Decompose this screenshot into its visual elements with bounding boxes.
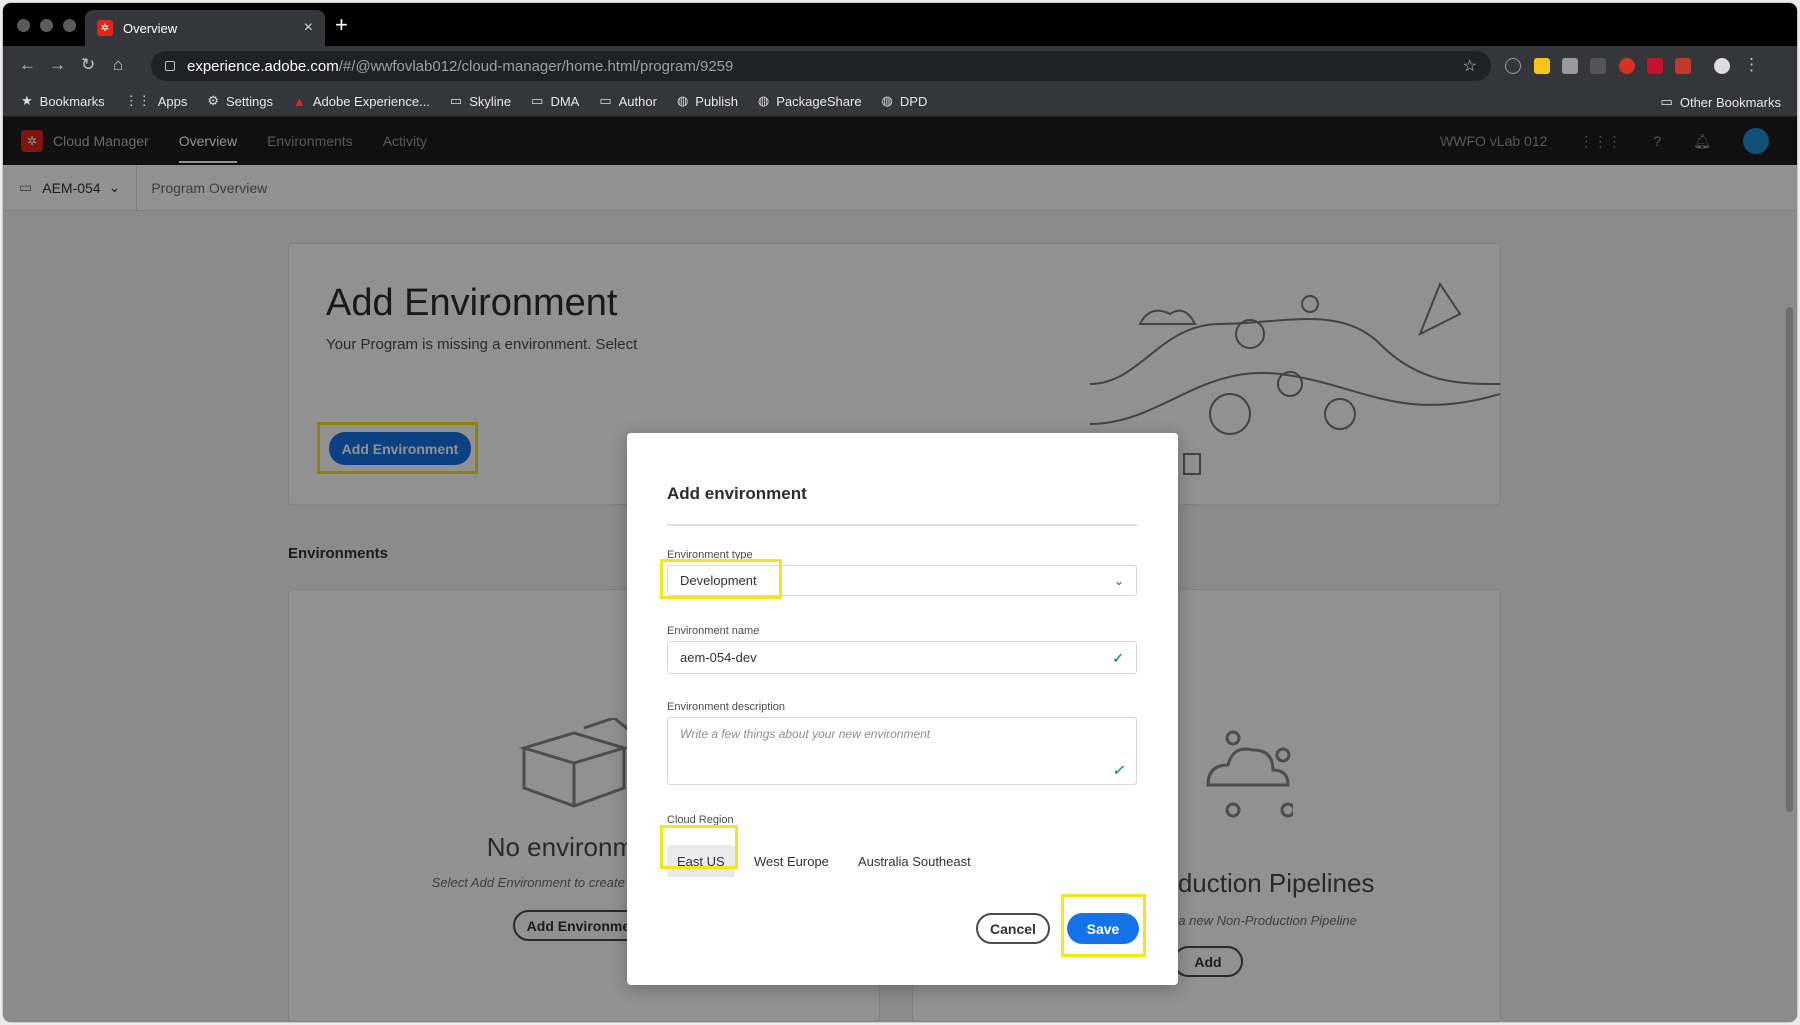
- address-bar[interactable]: experience.adobe.com /#/@wwfovlab012/clo…: [151, 51, 1491, 81]
- apps-grid-icon: ⋮⋮: [124, 93, 151, 108]
- adobe-icon: ▲: [292, 93, 306, 109]
- drive-extension-icon[interactable]: [1534, 58, 1550, 74]
- cloud-manager-app: ✲ Cloud Manager Overview Environments Ac…: [3, 117, 1797, 1022]
- adobe-favicon-icon: ✲: [97, 20, 113, 36]
- new-tab-button[interactable]: +: [335, 14, 348, 36]
- gear-icon: ⚙: [207, 93, 219, 108]
- lock-icon: [165, 61, 175, 71]
- close-tab-icon[interactable]: ×: [304, 20, 313, 36]
- valid-check-icon: ✓: [1112, 650, 1124, 666]
- environment-name-label: Environment name: [667, 625, 760, 637]
- globe-icon: ◍: [757, 93, 770, 108]
- bookmark-label: PackageShare: [776, 93, 862, 109]
- valid-check-icon: ✓: [1112, 762, 1124, 778]
- bookmark-label: Skyline: [469, 93, 512, 109]
- tab-title: Overview: [123, 20, 178, 36]
- dark-extension-icon[interactable]: [1590, 58, 1606, 74]
- back-icon[interactable]: ←: [19, 55, 36, 75]
- browser-window: ✲ Overview × + ← → ↻ ⌂ experience.adobe.…: [3, 3, 1797, 1022]
- environment-description-placeholder: Write a few things about your new enviro…: [680, 727, 931, 741]
- bookmark-label: Apps: [157, 93, 188, 109]
- bookmark-item[interactable]: ▲ Adobe Experience...: [293, 94, 430, 109]
- puzzle-extension-icon[interactable]: [1562, 58, 1578, 74]
- forward-icon[interactable]: →: [49, 55, 66, 75]
- globe-icon: ◍: [676, 93, 689, 108]
- cancel-button[interactable]: Cancel: [976, 913, 1050, 944]
- menu-kebab-icon[interactable]: ⋮: [1743, 55, 1760, 75]
- bookmark-item[interactable]: ▭ Author: [599, 93, 657, 109]
- url-host: experience.adobe.com: [187, 57, 339, 75]
- environment-description-label: Environment description: [667, 701, 786, 713]
- browser-tab[interactable]: ✲ Overview ×: [85, 10, 325, 46]
- bookmark-item[interactable]: ★ Bookmarks: [21, 93, 105, 109]
- save-highlight: [1061, 894, 1146, 957]
- other-bookmarks[interactable]: ▭ Other Bookmarks: [1661, 94, 1781, 110]
- bookmark-label: Publish: [695, 93, 738, 109]
- home-icon[interactable]: ⌂: [113, 55, 123, 75]
- folder-icon: ▭: [599, 93, 612, 108]
- close-window-button[interactable]: [17, 19, 30, 32]
- add-environment-dialog: Add environment Environment type Develop…: [627, 433, 1178, 985]
- star-icon: ★: [21, 93, 33, 108]
- dialog-divider: [667, 524, 1137, 526]
- bookmark-item[interactable]: ⋮⋮ Apps: [125, 93, 188, 109]
- environment-description-textarea[interactable]: Write a few things about your new enviro…: [667, 717, 1137, 785]
- bookmark-label: DPD: [899, 93, 928, 109]
- url-path: /#/@wwfovlab012/cloud-manager/home.html/…: [338, 57, 734, 75]
- adobe-extension-icon[interactable]: [1675, 58, 1691, 74]
- window-controls: [17, 19, 76, 32]
- bookmark-label: Settings: [225, 93, 273, 109]
- info-extension-icon[interactable]: [1505, 58, 1521, 74]
- bookmark-item[interactable]: ▭ Skyline: [450, 93, 511, 109]
- bookmark-item[interactable]: ⚙ Settings: [207, 93, 273, 109]
- minimize-window-button[interactable]: [40, 19, 53, 32]
- region-west-europe[interactable]: West Europe: [744, 845, 839, 877]
- adblock-extension-icon[interactable]: [1647, 58, 1663, 74]
- other-bookmarks-label: Other Bookmarks: [1679, 94, 1781, 110]
- bookmark-label: Author: [618, 93, 657, 109]
- region-highlight: [660, 825, 738, 869]
- chevron-down-icon: ⌄: [1113, 574, 1124, 588]
- dialog-title: Add environment: [667, 484, 807, 503]
- bookmark-label: Adobe Experience...: [312, 93, 430, 109]
- bookmark-item[interactable]: ◍ Publish: [677, 93, 738, 109]
- environment-name-input[interactable]: aem-054-dev ✓: [667, 641, 1137, 674]
- folder-icon: ▭: [531, 93, 544, 108]
- globe-icon: ◍: [881, 93, 893, 108]
- reload-icon[interactable]: ↻: [81, 55, 95, 75]
- stop-extension-icon[interactable]: [1619, 58, 1635, 74]
- bookmark-item[interactable]: ◍ PackageShare: [758, 93, 862, 109]
- maximize-window-button[interactable]: [63, 19, 76, 32]
- environment-name-value: aem-054-dev: [680, 650, 757, 665]
- environment-type-highlight: [660, 559, 782, 599]
- profile-icon[interactable]: [1714, 58, 1730, 74]
- folder-icon: ▭: [449, 93, 463, 108]
- bookmark-label: Bookmarks: [39, 93, 105, 109]
- bookmark-item[interactable]: ▭ DMA: [531, 93, 579, 109]
- bookmark-label: DMA: [550, 93, 580, 109]
- region-australia-southeast[interactable]: Australia Southeast: [848, 845, 981, 877]
- tab-strip: ✲ Overview × +: [3, 3, 1797, 46]
- browser-toolbar: ← → ↻ ⌂ experience.adobe.com /#/@wwfovla…: [3, 46, 1797, 86]
- bookmark-star-icon[interactable]: ☆: [1463, 56, 1477, 76]
- folder-icon: ▭: [1660, 94, 1673, 109]
- bookmarks-bar: ★ Bookmarks ⋮⋮ Apps ⚙ Settings ▲ Adobe Exper…: [3, 86, 1797, 117]
- bookmark-item[interactable]: ◍ DPD: [882, 93, 928, 109]
